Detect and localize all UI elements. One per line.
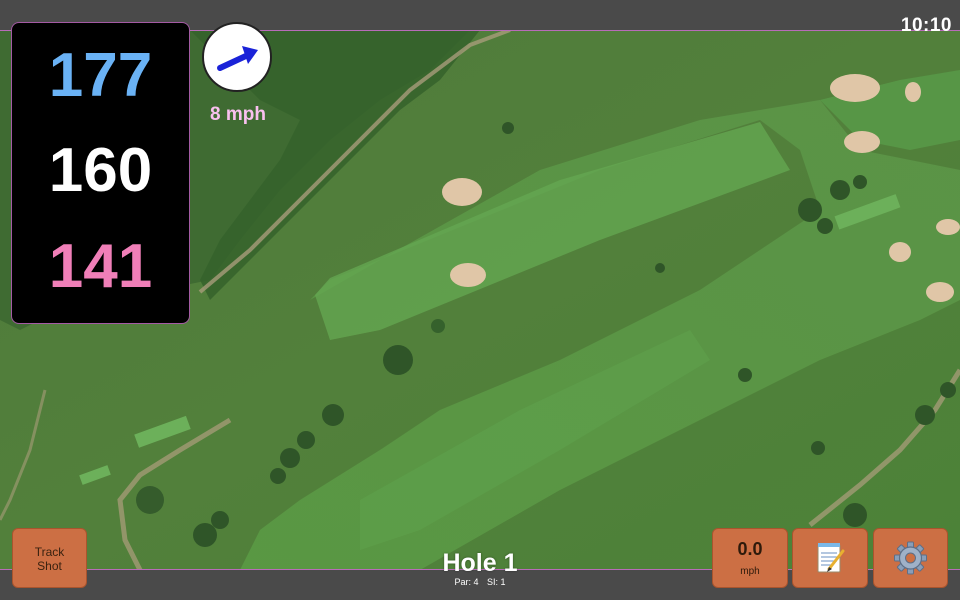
- bunker: [830, 74, 880, 102]
- tree: [431, 319, 445, 333]
- track-shot-label-line2: Shot: [37, 559, 62, 573]
- bunker: [889, 242, 911, 262]
- speed-button[interactable]: 0.0 mph: [712, 528, 788, 588]
- notepad-icon: [817, 543, 845, 573]
- tree: [322, 404, 344, 426]
- distance-back: 177: [48, 41, 153, 110]
- tree: [193, 523, 217, 547]
- wind-speed-label: 8 mph: [210, 104, 266, 125]
- tree: [811, 441, 825, 455]
- bunker: [936, 219, 960, 235]
- tree: [383, 345, 413, 375]
- tree: [817, 218, 833, 234]
- tree: [830, 180, 850, 200]
- tree: [211, 511, 229, 529]
- bunker: [450, 263, 486, 287]
- wind-direction-arrow-icon: [217, 46, 258, 71]
- distance-front: 141: [48, 232, 153, 301]
- notes-button[interactable]: [792, 528, 868, 588]
- speed-value: 0.0: [737, 539, 763, 559]
- tree: [280, 448, 300, 468]
- tree: [940, 382, 956, 398]
- bunker: [926, 282, 954, 302]
- hole-meta: Par: 4 SI: 1: [380, 577, 580, 587]
- gear-icon: [894, 541, 927, 575]
- app-screen: 10:10 177 160 141 8 mph Track Shot Hole …: [0, 0, 960, 600]
- settings-button[interactable]: [873, 528, 948, 588]
- hole-par: Par: 4: [454, 577, 479, 587]
- tree: [297, 431, 315, 449]
- bunker: [905, 82, 921, 102]
- tree: [502, 122, 514, 134]
- speed-unit: mph: [740, 566, 760, 577]
- distance-middle: 160: [48, 136, 153, 205]
- hole-stroke-index: SI: 1: [487, 577, 506, 587]
- track-shot-label-line1: Track: [34, 545, 65, 559]
- tree: [270, 468, 286, 484]
- tree: [853, 175, 867, 189]
- wind-dial: [202, 22, 272, 92]
- hole-title: Hole 1: [442, 549, 518, 577]
- tree: [798, 198, 822, 222]
- bunker: [844, 131, 880, 153]
- tree: [915, 405, 935, 425]
- tree: [843, 503, 867, 527]
- bunker: [442, 178, 482, 206]
- tree: [655, 263, 665, 273]
- tree: [738, 368, 752, 382]
- clock: 10:10: [900, 15, 952, 36]
- track-shot-button[interactable]: Track Shot: [12, 528, 87, 588]
- distance-panel[interactable]: 177 160 141: [11, 22, 190, 324]
- tree: [136, 486, 164, 514]
